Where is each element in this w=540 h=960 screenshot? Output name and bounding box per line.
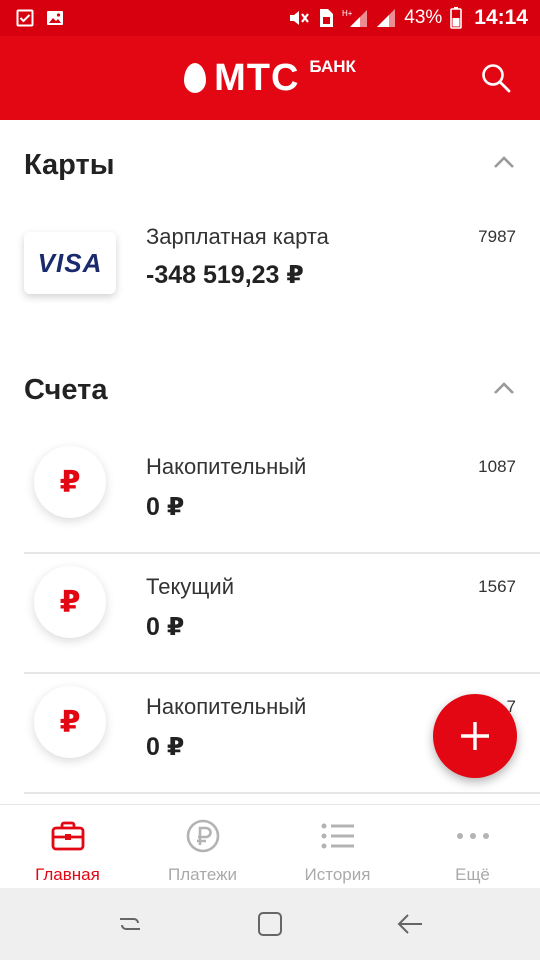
- home-button[interactable]: [255, 909, 285, 939]
- status-time: 14:14: [474, 6, 528, 29]
- visa-card-thumbnail: VISA: [24, 232, 116, 294]
- account-row[interactable]: ₽ Накопительный 0 ₽ 1087: [0, 434, 540, 554]
- account-balance: 0 ₽: [146, 493, 185, 521]
- back-button[interactable]: [395, 909, 425, 939]
- nav-label-history: История: [304, 865, 371, 884]
- ruble-account-icon: ₽: [34, 686, 106, 758]
- image-notification-icon: [46, 9, 64, 27]
- accounts-section-title: Счета: [24, 373, 108, 406]
- battery-percent: 43%: [404, 7, 443, 28]
- briefcase-icon: [50, 819, 86, 853]
- recent-apps-icon: [120, 918, 140, 930]
- cards-collapse-button[interactable]: [492, 154, 516, 170]
- nav-item-home[interactable]: Главная: [0, 805, 135, 888]
- battery-icon: [450, 7, 463, 29]
- bottom-navigation: Главная Платежи История Ещё: [0, 804, 540, 888]
- account-balance: 0 ₽: [146, 613, 185, 641]
- status-bar-left: [16, 9, 64, 27]
- visa-logo: VISA: [37, 247, 103, 278]
- nav-item-more[interactable]: Ещё: [405, 805, 540, 888]
- card-number-suffix: 7987: [478, 227, 516, 246]
- chevron-up-icon: [494, 382, 514, 394]
- chevron-up-icon: [494, 156, 514, 168]
- sim-card-icon: [318, 8, 334, 28]
- accounts-collapse-button[interactable]: [492, 380, 516, 396]
- cards-section-header[interactable]: Карты: [0, 120, 540, 210]
- account-row[interactable]: ₽ Текущий 0 ₽ 1567: [0, 554, 540, 674]
- recent-apps-button[interactable]: [115, 909, 145, 939]
- nav-item-payments[interactable]: Платежи: [135, 805, 270, 888]
- card-name: Зарплатная карта: [146, 224, 329, 249]
- mts-egg-icon: [184, 63, 207, 93]
- more-dots-icon: [455, 819, 491, 853]
- app-header: МТС БАНК: [0, 36, 540, 120]
- signal-sim1-icon: H+: [342, 8, 368, 28]
- account-number-suffix: 1087: [478, 457, 516, 476]
- plus-icon: [461, 722, 489, 750]
- checkbox-notification-icon: [16, 9, 34, 27]
- nav-label-home: Главная: [35, 865, 100, 884]
- list-icon: [320, 819, 356, 853]
- row-divider: [24, 792, 540, 794]
- screen: H+ 43% 14:14 МТС БАНК Карты VISA Зарплат…: [0, 0, 540, 960]
- ruble-circle-icon: [185, 819, 221, 853]
- cards-section-title: Карты: [24, 148, 115, 181]
- nav-item-history[interactable]: История: [270, 805, 405, 888]
- nav-label-more: Ещё: [455, 865, 490, 884]
- status-bar-right: H+ 43% 14:14: [288, 6, 528, 30]
- signal-sim2-icon: [376, 8, 396, 28]
- account-name: Накопительный: [146, 694, 307, 719]
- ruble-account-icon: ₽: [34, 446, 106, 518]
- card-row[interactable]: VISA Зарплатная карта -348 519,23 ₽ 7987: [0, 210, 540, 344]
- status-bar: H+ 43% 14:14: [0, 0, 540, 36]
- mute-icon: [288, 8, 310, 28]
- account-name: Текущий: [146, 574, 234, 599]
- card-balance: -348 519,23 ₽: [146, 261, 304, 289]
- account-number-suffix: 1567: [478, 577, 516, 596]
- back-arrow-icon: [397, 914, 422, 934]
- accounts-section-header[interactable]: Счета: [0, 346, 540, 434]
- nav-label-payments: Платежи: [168, 865, 237, 884]
- logo-sub-text: БАНК: [309, 57, 356, 76]
- account-name: Накопительный: [146, 454, 307, 479]
- ruble-account-icon: ₽: [34, 566, 106, 638]
- add-button[interactable]: [433, 694, 517, 778]
- logo-main-text: МТС: [214, 57, 300, 99]
- mts-bank-logo: МТС БАНК: [184, 57, 356, 99]
- svg-text:H+: H+: [342, 9, 353, 18]
- main-content: Карты VISA Зарплатная карта -348 519,23 …: [0, 120, 540, 794]
- search-button[interactable]: [480, 62, 512, 94]
- system-navigation-bar: [0, 888, 540, 960]
- search-icon: [482, 64, 511, 93]
- home-square-icon: [258, 912, 282, 936]
- account-balance: 0 ₽: [146, 733, 185, 761]
